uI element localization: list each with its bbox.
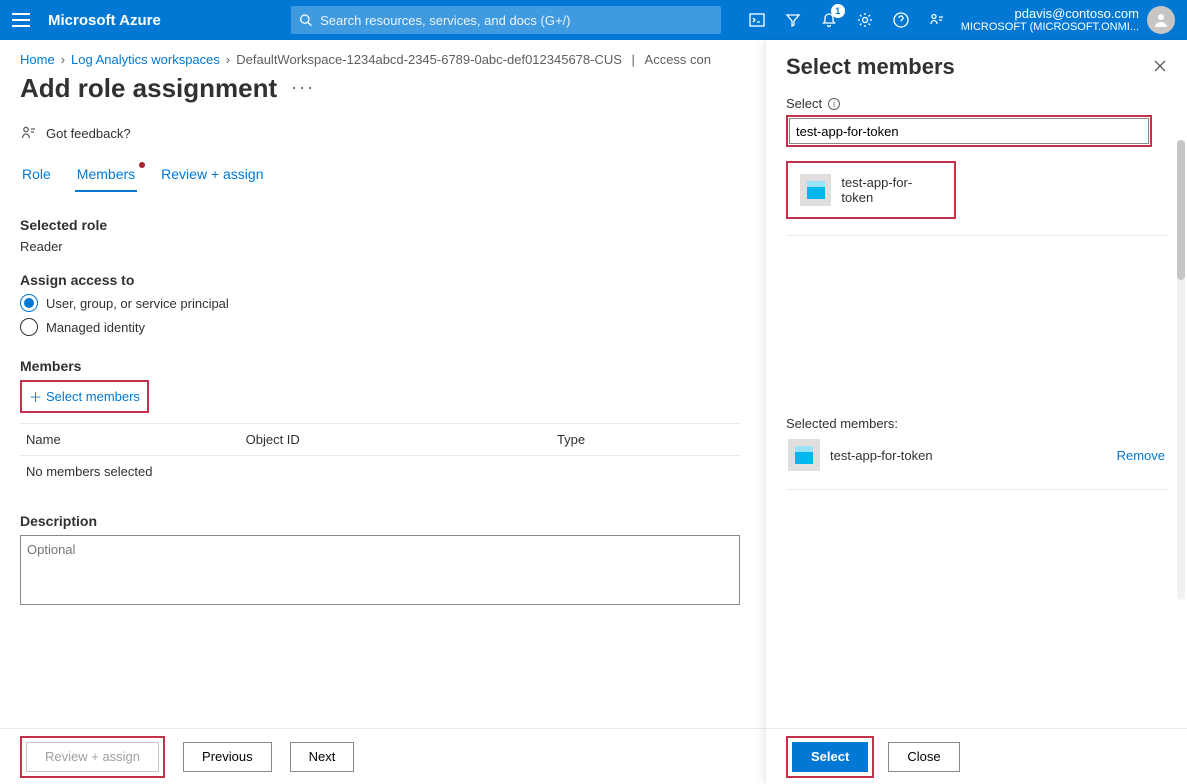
filter-icon[interactable] xyxy=(783,10,803,30)
notifications-badge: 1 xyxy=(831,4,845,18)
radio-icon xyxy=(20,318,38,336)
highlight-result: test-app-for-token xyxy=(786,161,956,219)
plus-icon: ＋ xyxy=(29,387,42,406)
tab-review[interactable]: Review + assign xyxy=(159,160,265,192)
cloud-shell-icon[interactable] xyxy=(747,10,767,30)
chevron-right-icon: › xyxy=(61,52,65,67)
brand-label: Microsoft Azure xyxy=(48,12,161,29)
panel-select-label: Select i xyxy=(786,96,1167,111)
review-assign-button[interactable]: Review + assign xyxy=(26,742,159,772)
global-search-input[interactable] xyxy=(318,12,713,29)
tab-members-label: Members xyxy=(77,166,135,182)
info-icon[interactable]: i xyxy=(828,98,840,110)
account-email: pdavis@contoso.com xyxy=(961,6,1139,22)
close-icon[interactable] xyxy=(1153,59,1167,76)
description-textarea[interactable] xyxy=(20,535,740,605)
radio-user-label: User, group, or service principal xyxy=(46,296,229,311)
previous-button[interactable]: Previous xyxy=(183,742,272,772)
panel-close-button[interactable]: Close xyxy=(888,742,959,772)
page-title: Add role assignment xyxy=(20,73,277,104)
panel-select-label-text: Select xyxy=(786,96,822,111)
hamburger-menu-icon[interactable] xyxy=(12,13,30,27)
radio-icon xyxy=(20,294,38,312)
col-type: Type xyxy=(551,424,740,456)
highlight-search-input xyxy=(786,115,1152,147)
panel-title: Select members xyxy=(786,54,955,80)
highlight-select-members: ＋ Select members xyxy=(20,380,149,413)
select-members-panel: Select members Select i test-app-for-tok… xyxy=(765,40,1187,784)
tab-members-dot-icon xyxy=(139,162,145,168)
global-search[interactable] xyxy=(291,6,721,34)
select-members-link[interactable]: ＋ Select members xyxy=(23,383,146,410)
breadcrumb-home[interactable]: Home xyxy=(20,52,55,67)
panel-footer: Select Close xyxy=(766,728,1187,784)
gear-icon[interactable] xyxy=(855,10,875,30)
divider xyxy=(786,235,1167,236)
topbar: Microsoft Azure 1 pdavis@contoso.com MIC… xyxy=(0,0,1187,40)
members-table: Name Object ID Type No members selected xyxy=(20,423,740,487)
divider xyxy=(786,489,1167,490)
highlight-select-btn: Select xyxy=(786,736,874,778)
breadcrumb-separator: | xyxy=(628,52,639,67)
breadcrumb-workspace[interactable]: DefaultWorkspace-1234abcd-2345-6789-0abc… xyxy=(236,52,622,67)
panel-search-input[interactable] xyxy=(789,118,1149,144)
selected-member-name: test-app-for-token xyxy=(830,448,933,463)
avatar[interactable] xyxy=(1147,6,1175,34)
breadcrumb-section: Access con xyxy=(645,52,711,67)
app-icon xyxy=(800,174,831,206)
more-ellipsis-icon[interactable]: ··· xyxy=(291,77,315,98)
help-icon[interactable] xyxy=(891,10,911,30)
tab-members[interactable]: Members xyxy=(75,160,137,192)
account-tenant: MICROSOFT (MICROSOFT.ONMI... xyxy=(961,21,1139,34)
members-empty: No members selected xyxy=(20,456,740,488)
search-icon xyxy=(299,13,312,27)
selected-member-row: test-app-for-token Remove xyxy=(786,431,1167,479)
col-name: Name xyxy=(20,424,240,456)
radio-mi-label: Managed identity xyxy=(46,320,145,335)
chevron-right-icon: › xyxy=(226,52,230,67)
selected-members-label: Selected members: xyxy=(786,416,1167,431)
result-name: test-app-for-token xyxy=(841,175,942,205)
app-icon xyxy=(788,439,820,471)
breadcrumb-workspaces[interactable]: Log Analytics workspaces xyxy=(71,52,220,67)
col-object-id: Object ID xyxy=(240,424,551,456)
feedback-label: Got feedback? xyxy=(46,126,131,141)
panel-select-button[interactable]: Select xyxy=(792,742,868,772)
next-button[interactable]: Next xyxy=(290,742,355,772)
account-block[interactable]: pdavis@contoso.com MICROSOFT (MICROSOFT.… xyxy=(961,6,1139,35)
tab-role[interactable]: Role xyxy=(20,160,53,192)
remove-link[interactable]: Remove xyxy=(1117,448,1165,463)
highlight-review-assign: Review + assign xyxy=(20,736,165,778)
select-members-label: Select members xyxy=(46,389,140,404)
bottom-bar: Review + assign Previous Next xyxy=(0,728,765,784)
scrollbar[interactable] xyxy=(1177,140,1185,600)
notifications-icon[interactable]: 1 xyxy=(819,10,839,30)
result-item[interactable]: test-app-for-token xyxy=(794,166,948,214)
feedback-icon[interactable] xyxy=(927,10,947,30)
topbar-icons: 1 xyxy=(747,10,947,30)
feedback-person-icon xyxy=(20,124,38,142)
